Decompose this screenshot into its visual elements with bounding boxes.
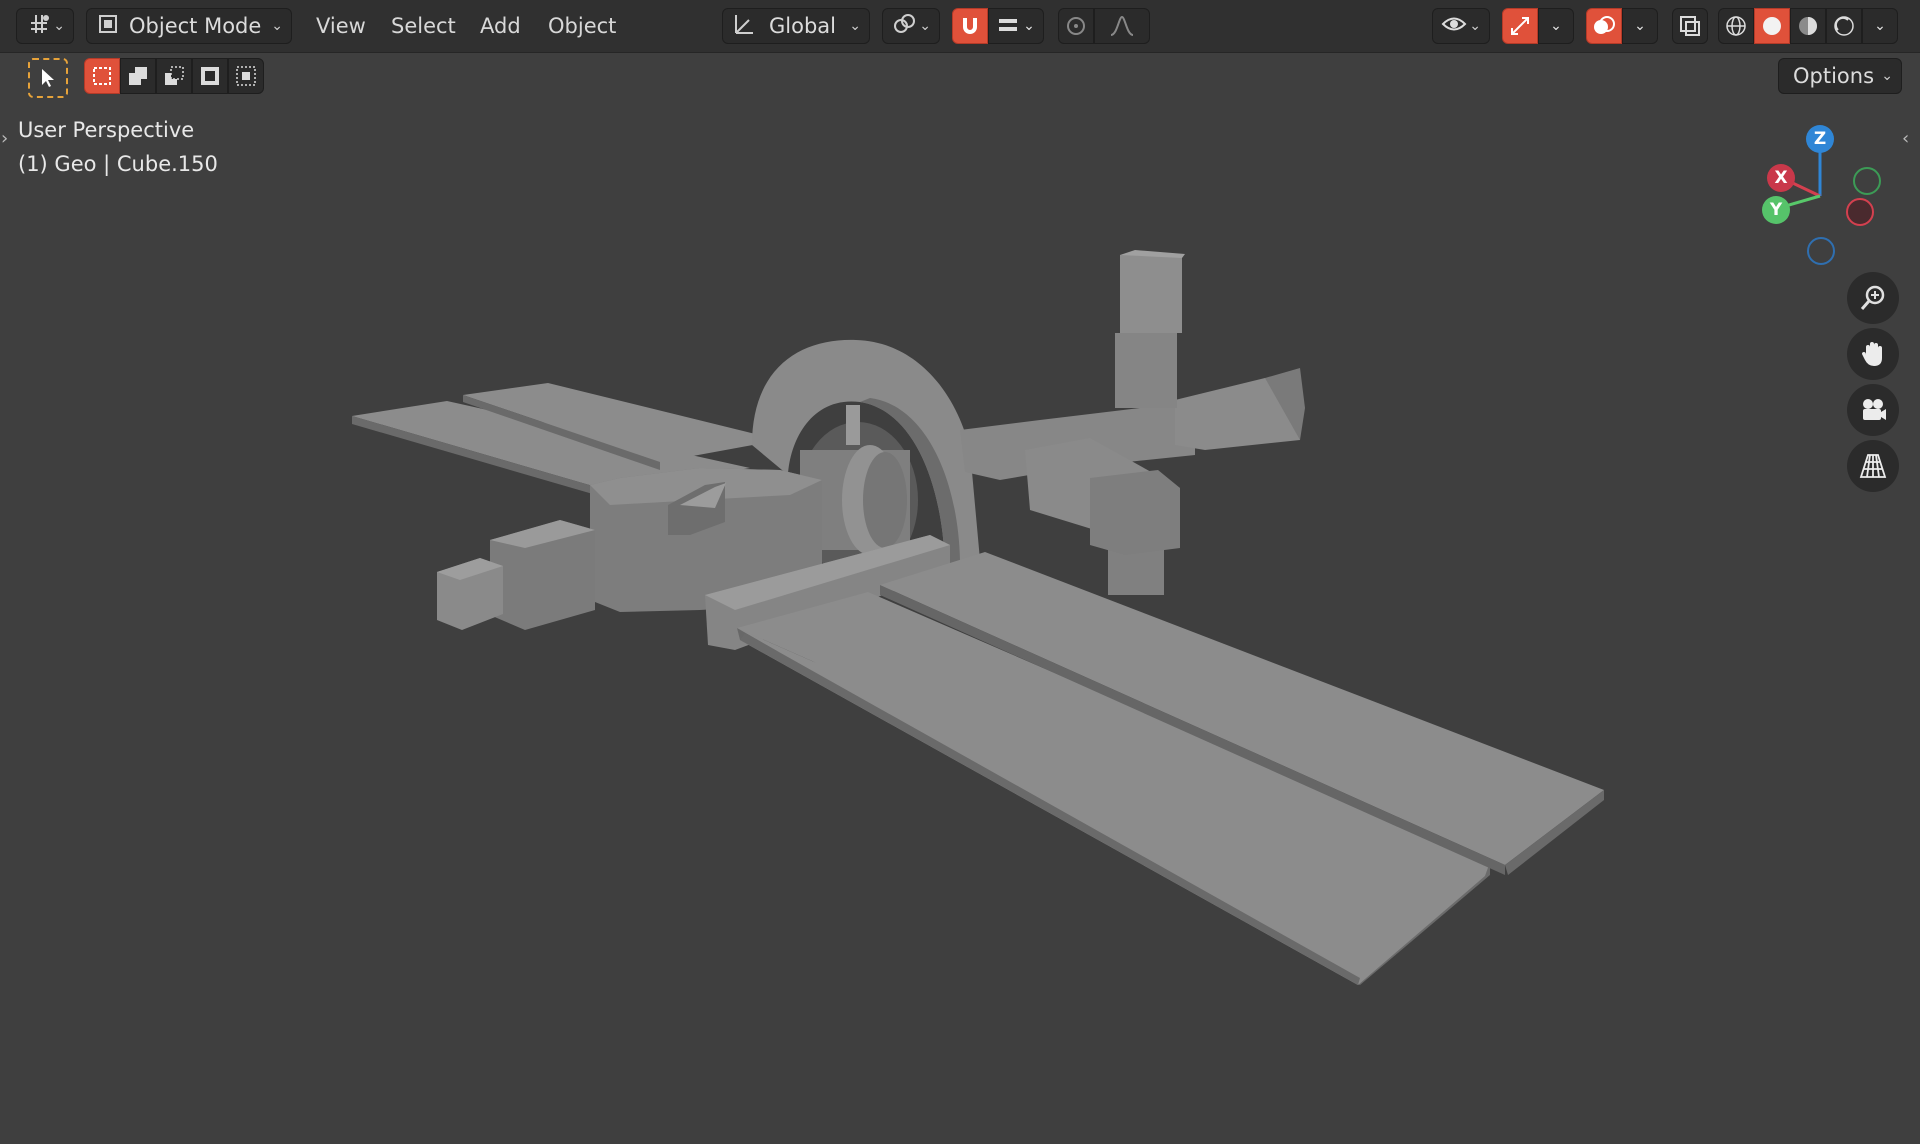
x-label: X bbox=[1774, 168, 1788, 188]
y-label: Y bbox=[1769, 200, 1783, 220]
gizmo-neg-y-axis[interactable] bbox=[1853, 167, 1881, 195]
zoom-magnifier-icon bbox=[1860, 285, 1885, 310]
core-disc-2 bbox=[863, 452, 907, 548]
space-station-model[interactable] bbox=[352, 250, 1604, 985]
viewport-scene[interactable] bbox=[0, 0, 1920, 1144]
gizmo-x-axis[interactable]: X bbox=[1767, 164, 1795, 192]
pan-button[interactable] bbox=[1847, 328, 1899, 380]
mast-mid bbox=[1115, 333, 1177, 408]
camera-view-button[interactable] bbox=[1847, 384, 1899, 436]
cross-module-front bbox=[1090, 470, 1180, 555]
gizmo-neg-z-axis[interactable] bbox=[1807, 237, 1835, 265]
camera-icon bbox=[1863, 399, 1886, 420]
grid-perspective-icon bbox=[1859, 454, 1887, 478]
core-strut bbox=[846, 405, 860, 445]
mast-top bbox=[1120, 255, 1182, 333]
zoom-button[interactable] bbox=[1847, 272, 1899, 324]
perspective-toggle-button[interactable] bbox=[1847, 440, 1899, 492]
z-label: Z bbox=[1813, 129, 1827, 149]
blender-3d-viewport: ⌄ Object Mode ⌄ View Select Add Object G… bbox=[0, 0, 1920, 1144]
gizmo-y-axis[interactable]: Y bbox=[1762, 196, 1790, 224]
gizmo-neg-x-axis[interactable] bbox=[1846, 198, 1874, 226]
hand-icon bbox=[1862, 342, 1882, 366]
gizmo-z-axis[interactable]: Z bbox=[1806, 125, 1834, 153]
